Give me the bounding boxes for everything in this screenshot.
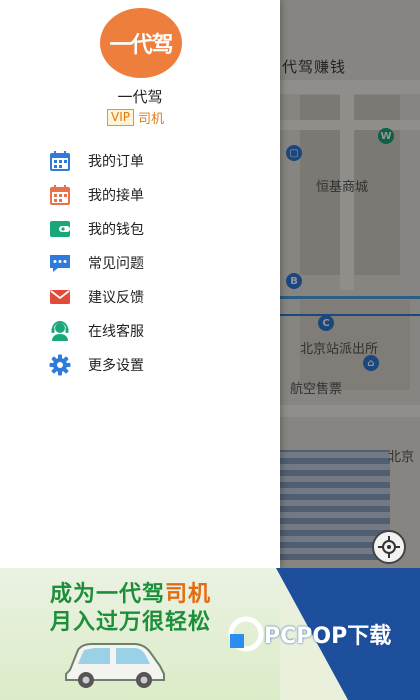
page-title: 代驾赚钱: [282, 58, 347, 76]
vip-badge: VIP: [107, 109, 134, 126]
role-label: 司机: [137, 112, 164, 127]
wallet-icon: [48, 217, 72, 241]
pcpop-logo-icon: [228, 616, 264, 652]
menu-item-my-accepted[interactable]: 我的接单: [48, 178, 268, 212]
side-drawer: 一代驾 一代驾 VIP 司机 我的订单 我的接单 我的钱包 常见问题 建议反馈 …: [0, 0, 280, 568]
user-role-row: VIP 司机: [107, 108, 164, 127]
menu-item-label: 我的订单: [88, 154, 144, 170]
chat-icon: [48, 251, 72, 275]
watermark: PCPOP下载: [228, 616, 391, 652]
crosshair-icon: [378, 536, 400, 558]
menu-item-my-wallet[interactable]: 我的钱包: [48, 212, 268, 246]
car-illustration: [65, 643, 165, 688]
app-logo[interactable]: 一代驾: [100, 8, 182, 78]
drawer-menu: 我的订单 我的接单 我的钱包 常见问题 建议反馈 在线客服 更多设置: [48, 144, 268, 382]
menu-item-label: 建议反馈: [88, 290, 144, 306]
user-name: 一代驾: [117, 88, 163, 106]
mail-icon: [48, 285, 72, 309]
menu-item-my-orders[interactable]: 我的订单: [48, 144, 268, 178]
banner-subheadline: 月入过万很轻松: [50, 610, 212, 635]
menu-item-more-settings[interactable]: 更多设置: [48, 348, 268, 382]
menu-item-label: 我的接单: [88, 188, 144, 204]
watermark-text: PCPOP下载: [264, 624, 392, 649]
headset-icon: [48, 319, 72, 343]
locate-button[interactable]: [372, 530, 406, 564]
calendar-icon: [48, 183, 72, 207]
menu-item-label: 常见问题: [88, 256, 144, 272]
gear-icon: [48, 353, 72, 377]
menu-item-faq[interactable]: 常见问题: [48, 246, 268, 280]
menu-item-online-support[interactable]: 在线客服: [48, 314, 268, 348]
menu-item-label: 更多设置: [88, 358, 144, 374]
calendar-icon: [48, 149, 72, 173]
menu-item-label: 我的钱包: [88, 222, 144, 238]
menu-item-feedback[interactable]: 建议反馈: [48, 280, 268, 314]
promo-banner[interactable]: 成为一代驾司机 月入过万很轻松 PCPOP下载: [0, 568, 420, 700]
menu-item-label: 在线客服: [88, 324, 144, 340]
